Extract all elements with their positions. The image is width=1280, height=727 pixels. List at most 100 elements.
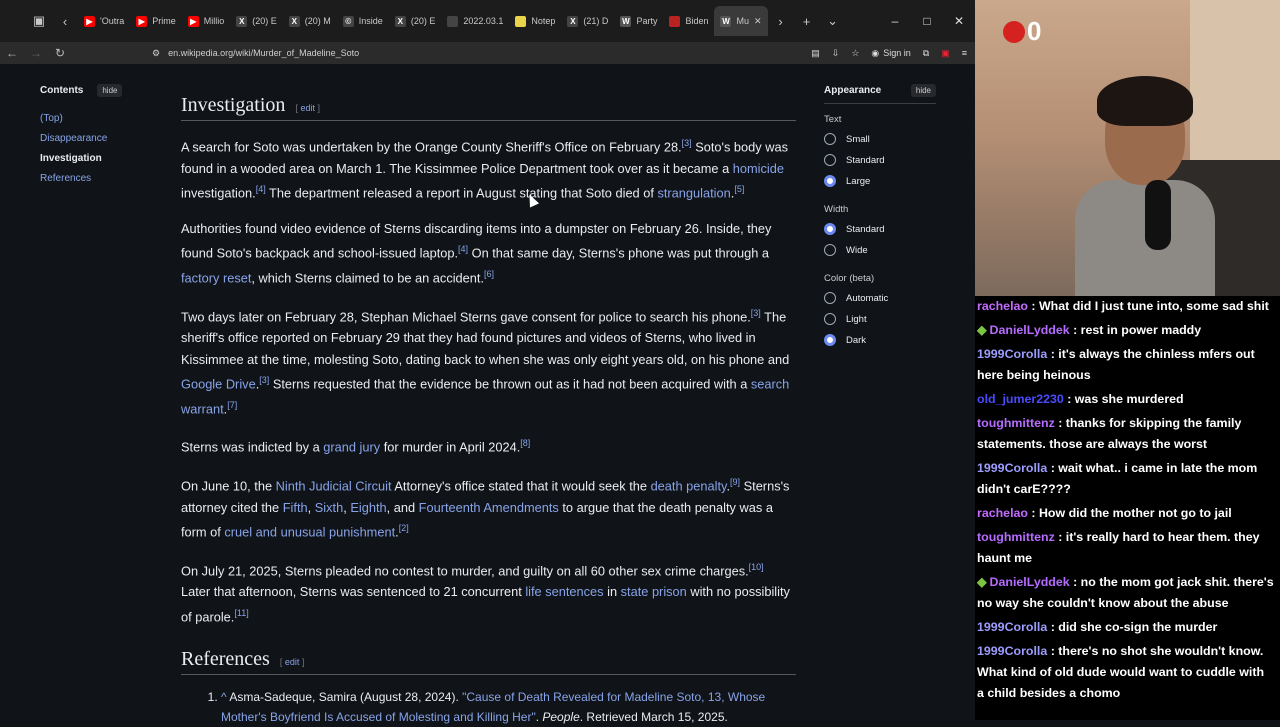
maximize-icon[interactable]: □ [911,14,943,28]
chat-username[interactable]: DanielLyddek [990,323,1070,337]
browser-tab[interactable]: ▶ Prime [130,6,182,36]
browser-tab[interactable]: ▶ Millio [182,6,231,36]
appearance-title: Appearance [824,85,882,96]
tab-favicon-icon [515,15,527,27]
chat-message: ◆ DanielLyddek : rest in power maddy [977,320,1274,341]
color-automatic-option[interactable]: Automatic [824,292,936,304]
chat-message: ◆ DanielLyddek : no the mom got jack shit… [977,572,1274,614]
link-state-prison[interactable]: state prison [621,584,687,599]
browser-tab[interactable]: ▶ 'Outra [78,6,130,36]
link-sixth[interactable]: Sixth [315,500,343,515]
close-window-icon[interactable]: ✕ [943,14,975,28]
chat-username[interactable]: old_jumer2230 [977,392,1064,406]
browser-tab[interactable]: X (20) M [283,6,337,36]
browser-tab[interactable]: Notep [509,6,561,36]
link-search-warrant[interactable]: search warrant [181,376,789,416]
browser-tab[interactable]: X (20) E [230,6,283,36]
toc-item-top[interactable]: (Top) [40,113,160,124]
edit-references-link[interactable]: [ edit ] [280,657,305,667]
link-google-drive[interactable]: Google Drive [181,376,256,391]
link-fourteenth-amendments[interactable]: Fourteenth Amendments [419,500,559,515]
browser-window: ▣ ‹ ▶ 'Outra ▶ Prime ▶ Millio X (20) E X (20) M © I… [0,0,975,724]
link-fifth[interactable]: Fifth [283,500,308,515]
width-wide-option[interactable]: Wide [824,244,936,256]
back-icon[interactable]: ← [0,46,24,60]
tab-label: 2022.03.1 [463,16,504,26]
link-ninth-judicial-circuit[interactable]: Ninth Judicial Circuit [276,478,392,493]
tab-list-icon[interactable]: ⌄ [820,8,846,34]
tab-favicon-icon: X [236,15,248,27]
chat-username[interactable]: 1999Corolla [977,461,1047,475]
link-strangulation[interactable]: strangulation [657,185,730,200]
reader-mode-icon[interactable]: ▤ [811,48,820,59]
browser-tab[interactable]: 2022.03.1 [441,6,509,36]
toc-hide-button[interactable]: hide [97,84,123,97]
radio-icon [824,244,836,256]
browser-tab[interactable]: X (21) D [561,6,614,36]
link-homicide[interactable]: homicide [733,161,784,176]
link-death-penalty[interactable]: death penalty [651,478,727,493]
tab-label: (20) M [304,16,331,26]
bookmark-star-icon[interactable]: ☆ [851,48,859,59]
record-dot-icon [1003,20,1025,43]
install-icon[interactable]: ⇩ [832,48,840,59]
chat-username[interactable]: toughmittenz [977,530,1055,544]
extension-red-icon[interactable]: ▣ [941,48,950,59]
close-tab-icon[interactable]: ✕ [754,16,762,27]
viewer-badge: 0 [1003,16,1041,47]
chat-username[interactable]: 1999Corolla [977,347,1047,361]
new-tab-icon[interactable]: + [794,8,820,34]
chat-username[interactable]: rachelao [977,299,1028,313]
browser-tab[interactable]: W Mu ✕ [714,6,768,36]
color-light-option[interactable]: Light [824,313,936,325]
edit-section-link[interactable]: [ edit ] [295,103,320,113]
tab-label: 'Outra [100,16,125,26]
tab-label: Notep [531,16,556,26]
tab-label: Biden [685,16,709,26]
tab-favicon-icon [669,15,681,27]
site-info-icon[interactable]: ⚙ [152,48,160,59]
ref-title-link[interactable]: "Cause of Death Revealed for Madeline So… [221,690,765,724]
paragraph: Authorities found video evidence of Ster… [181,220,772,286]
browser-tab[interactable]: X (20) E [389,6,442,36]
browser-tab[interactable]: W Party [614,6,663,36]
link-life-sentences[interactable]: life sentences [525,584,603,599]
width-standard-option[interactable]: Standard [824,223,936,235]
link-cruel-unusual-punishment[interactable]: cruel and unusual punishment [224,524,395,539]
link-grand-jury[interactable]: grand jury [323,440,380,455]
link-factory-reset[interactable]: factory reset [181,270,251,285]
tab-scroll-right-icon[interactable]: › [768,8,794,34]
text-small-option[interactable]: Small [824,133,936,145]
toc-item-investigation[interactable]: Investigation [40,153,160,164]
menu-icon[interactable]: ≡ [962,48,967,58]
color-dark-option[interactable]: Dark [824,334,936,346]
toc-item-disappearance[interactable]: Disappearance [40,133,160,144]
tab-favicon-icon: W [720,15,732,27]
text-standard-option[interactable]: Standard [824,154,936,166]
tab-scroll-left-icon[interactable]: ‹ [52,8,78,34]
text-large-option[interactable]: Large [824,175,936,187]
link-eighth[interactable]: Eighth [350,500,386,515]
minimize-icon[interactable]: – [879,14,911,28]
tab-label: (20) E [252,16,277,26]
chat-username[interactable]: 1999Corolla [977,644,1047,658]
chat-username[interactable]: DanielLyddek [990,575,1070,589]
chat-username[interactable]: toughmittenz [977,416,1055,430]
tab-label: (20) E [410,16,436,26]
article-body: Investigation [ edit ] A search for Soto… [181,94,796,727]
forward-icon[interactable]: → [24,46,48,60]
appearance-hide-button[interactable]: hide [910,84,936,97]
sign-in-button[interactable]: ◉ Sign in [871,48,910,59]
tab-actions-icon[interactable]: ▣ [26,8,52,34]
radio-selected-icon [824,334,836,346]
address-bar[interactable]: ⚙ en.wikipedia.org/wiki/Murder_of_Madeli… [152,48,359,59]
reload-icon[interactable]: ↻ [48,46,72,60]
extensions-icon[interactable]: ⧉ [923,48,929,59]
chat-username[interactable]: 1999Corolla [977,620,1047,634]
chat-username[interactable]: rachelao [977,506,1028,520]
browser-tab[interactable]: © Inside [337,6,389,36]
chat-message: 1999Corolla : wait what.. i came in late… [977,458,1274,500]
ref-backlink[interactable]: ^ [221,690,227,704]
browser-tab[interactable]: Biden [663,6,714,36]
toc-item-references[interactable]: References [40,173,160,184]
